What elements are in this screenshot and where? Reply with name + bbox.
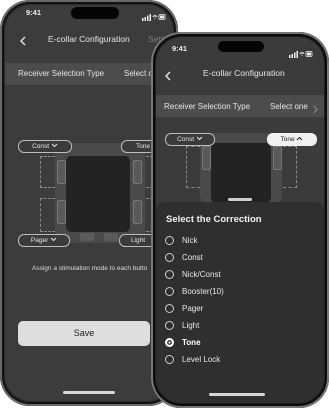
dynamic-island [218, 41, 264, 52]
option-booster[interactable]: Booster(10) [165, 284, 315, 298]
collar-receiver-face [211, 143, 271, 203]
help-text: Assign a stimulation mode to each butto [32, 265, 148, 272]
receiver-row-label: Receiver Selection Type [18, 69, 105, 78]
collar-receiver-face [66, 156, 130, 232]
radio-icon [165, 320, 174, 330]
option-label: Pager [182, 303, 204, 313]
option-label: Nick [182, 235, 198, 245]
status-icons [289, 45, 313, 63]
status-time: 9:41 [26, 8, 42, 17]
connector-line [40, 198, 55, 232]
option-label: Booster(10) [182, 286, 224, 296]
option-light[interactable]: Light [165, 318, 315, 332]
signal-wifi-battery-icon [142, 14, 166, 21]
sheet-grabber[interactable] [228, 198, 252, 201]
collar-strap-clip [104, 233, 118, 241]
status-time: 9:41 [172, 44, 188, 53]
collar-button-slot [133, 200, 142, 224]
receiver-row-value: Select o [124, 69, 153, 78]
connector-line [40, 156, 55, 188]
radio-icon [165, 286, 174, 296]
radio-icon [165, 354, 174, 364]
chip-label: Light [130, 237, 146, 244]
chip-label: Pager [30, 237, 49, 244]
correction-option-list: Nick Const Nick/Const Booster(10) Pager … [165, 233, 315, 366]
chevron-left-icon[interactable] [164, 68, 172, 86]
option-label: Tone [182, 337, 201, 347]
radio-icon [165, 303, 174, 313]
receiver-row-label: Receiver Selection Type [164, 102, 251, 111]
home-indicator [63, 391, 115, 394]
chevron-down-icon [51, 143, 58, 148]
chip-right-active[interactable]: Tone [267, 133, 317, 146]
chevron-up-icon [297, 136, 303, 141]
radio-icon [165, 235, 174, 245]
radio-icon [165, 252, 174, 262]
option-label: Const [182, 252, 203, 262]
page-title: E-collar Configuration [203, 68, 285, 78]
chip-label: Const [32, 143, 50, 150]
option-label: Level Lock [182, 354, 221, 364]
collar-button-slot [57, 200, 66, 224]
chevron-down-icon [50, 237, 57, 242]
chip-label: Tone [280, 136, 295, 143]
collar-button-slot [273, 146, 282, 170]
option-const[interactable]: Const [165, 250, 315, 264]
connector-line [186, 146, 200, 188]
sheet-title: Select the Correction [166, 214, 262, 225]
chevron-down-icon [196, 136, 203, 141]
chevron-right-icon [313, 101, 318, 119]
connector-line [283, 146, 297, 188]
signal-wifi-battery-icon [289, 51, 313, 58]
collar-button-slot [202, 146, 211, 170]
collar-strap-clip [80, 233, 94, 241]
home-indicator [209, 393, 265, 396]
dynamic-island [71, 7, 119, 19]
collar-button-slot [57, 160, 66, 184]
radio-icon [165, 269, 174, 279]
option-label: Light [182, 320, 200, 330]
chip-label: Tone [135, 143, 151, 150]
option-nick[interactable]: Nick [165, 233, 315, 247]
status-icons [142, 8, 166, 26]
save-button[interactable]: Save [18, 321, 150, 346]
chip-label: Const [177, 136, 195, 143]
option-tone-selected[interactable]: Tone [165, 335, 315, 349]
chip-top-left[interactable]: Const [18, 140, 72, 153]
receiver-row-value: Select one [270, 102, 308, 111]
option-label: Nick/Const [182, 269, 221, 279]
chip-left[interactable]: Const [165, 133, 215, 146]
option-level-lock[interactable]: Level Lock [165, 352, 315, 366]
collar-button-slot [133, 160, 142, 184]
page-title: E-collar Configuration [48, 34, 130, 44]
chip-bottom-left[interactable]: Pager [18, 234, 70, 247]
back-chevron-icon[interactable] [19, 33, 27, 51]
radio-selected-icon [165, 337, 174, 347]
option-pager[interactable]: Pager [165, 301, 315, 315]
option-nick-const[interactable]: Nick/Const [165, 267, 315, 281]
